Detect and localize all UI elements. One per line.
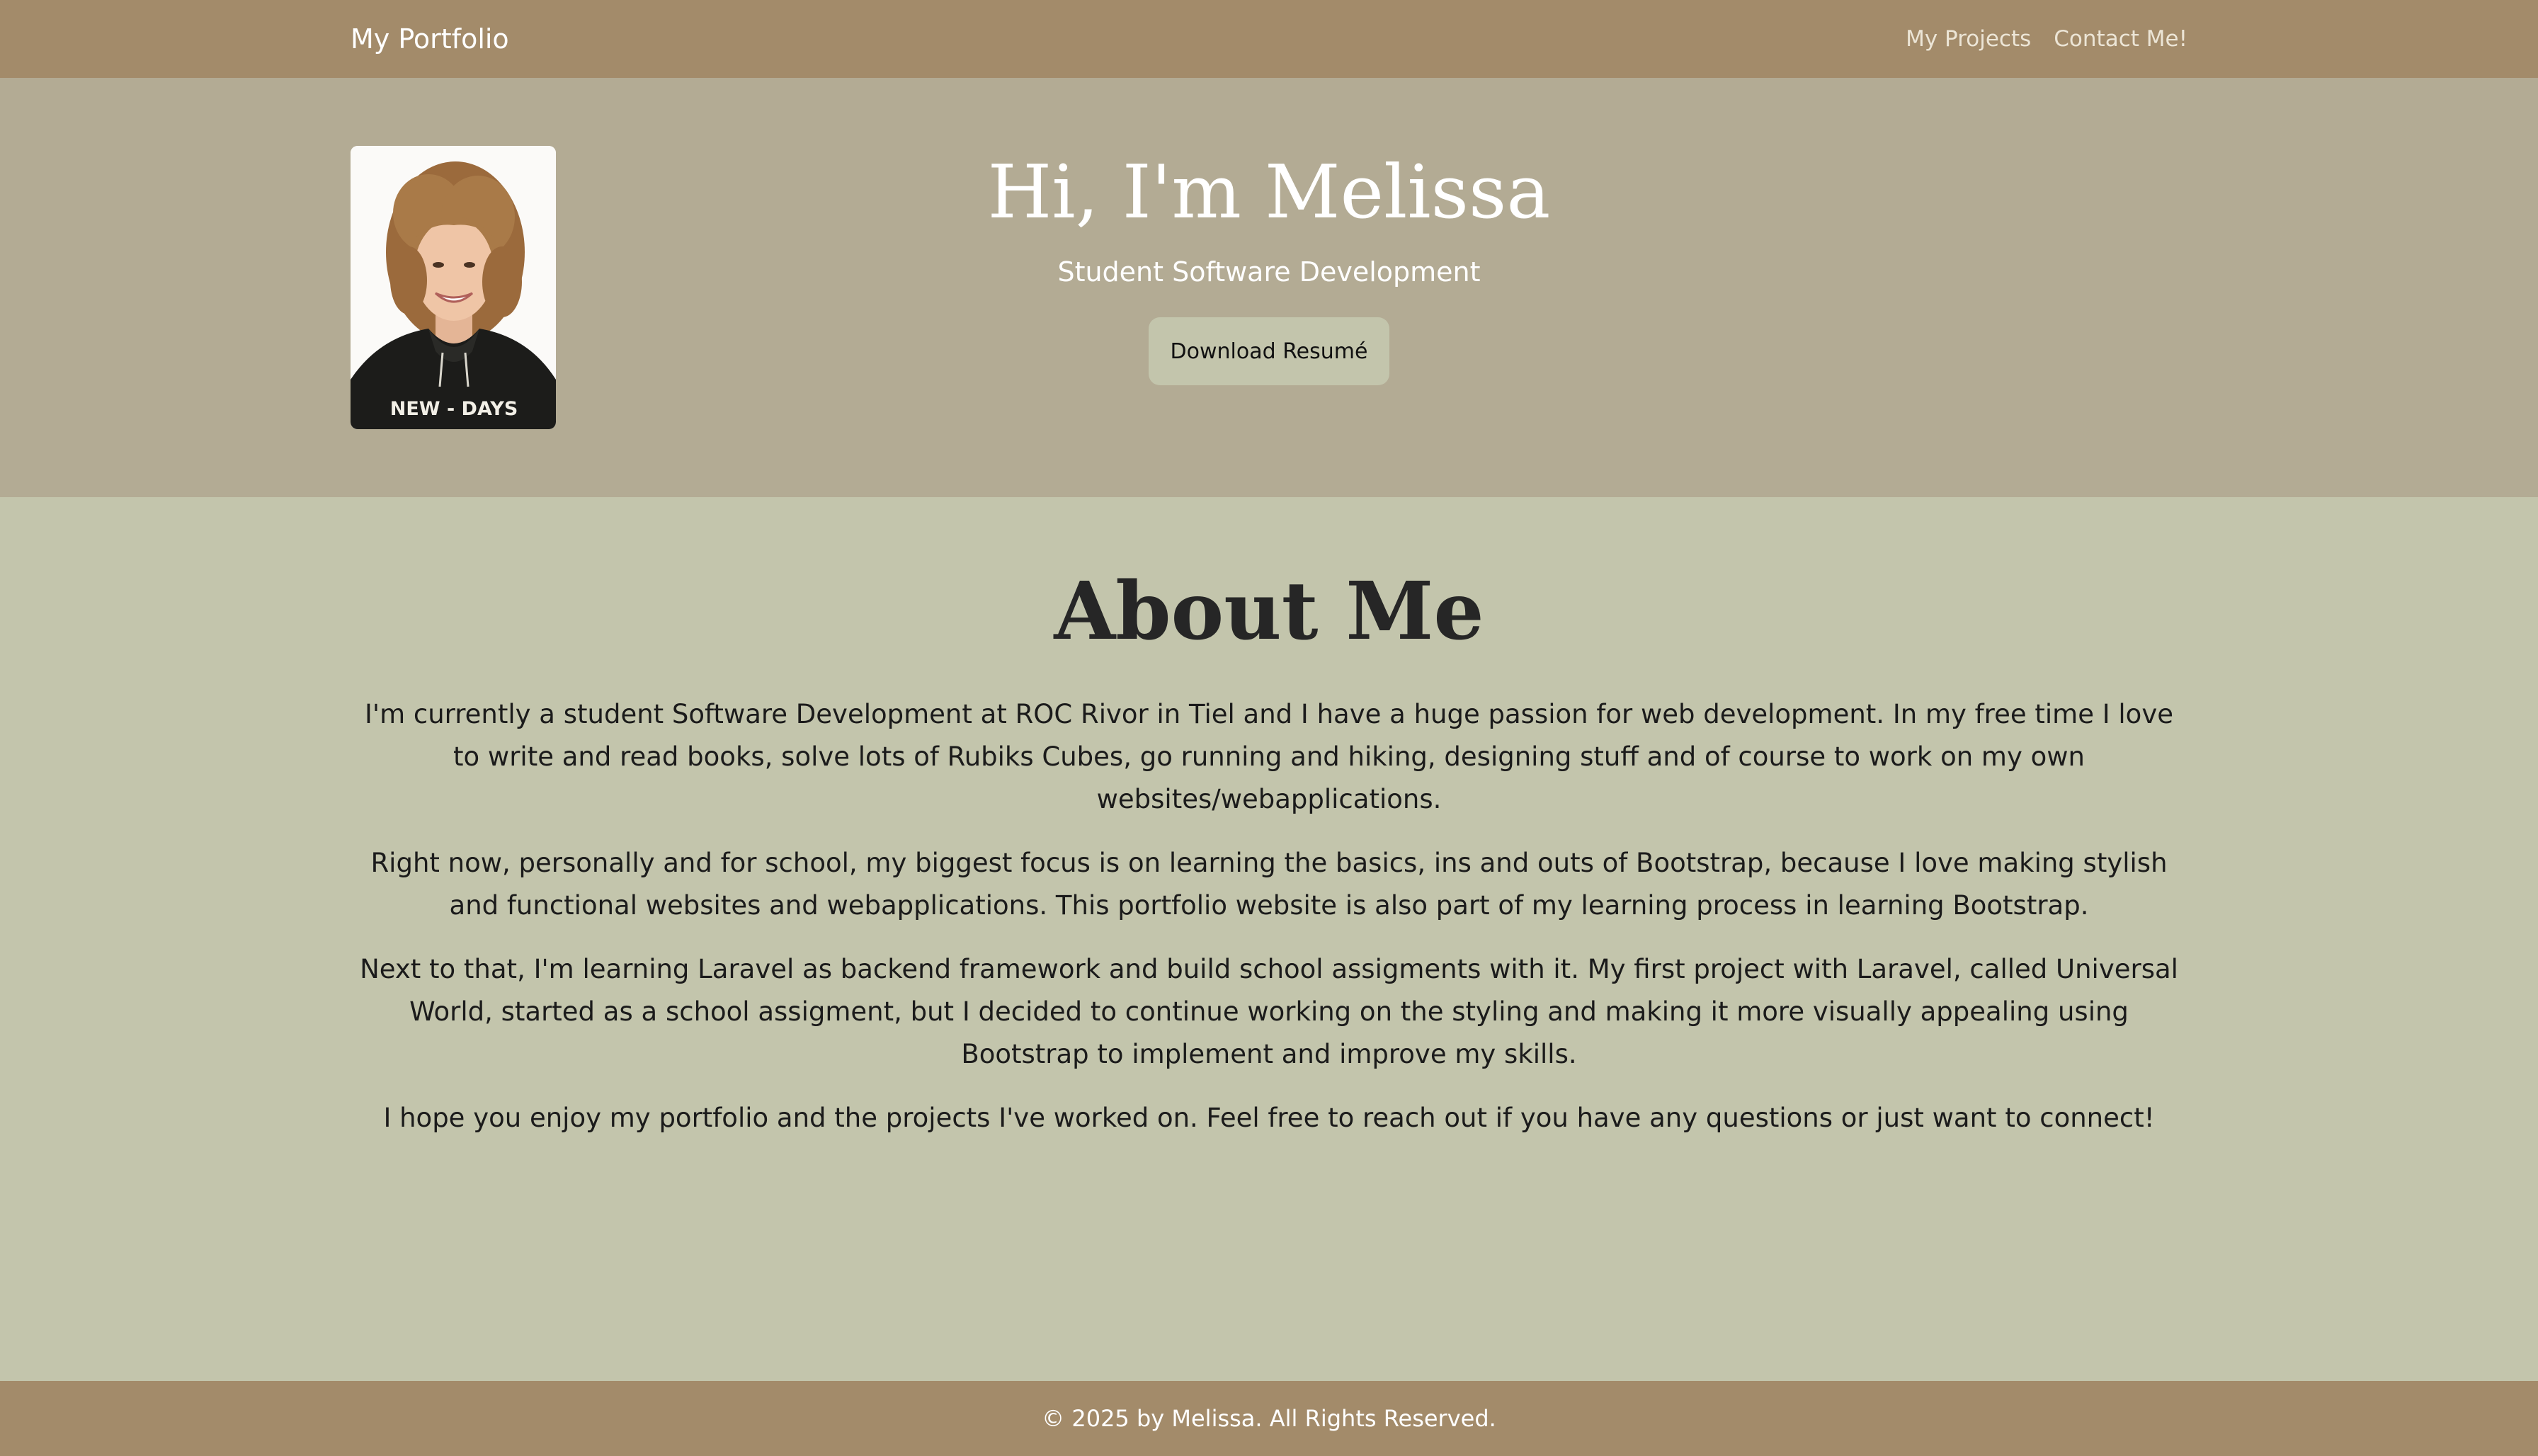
hero-container: NEW - DAYS Hi, I'm Melissa Student Softw… xyxy=(351,78,2187,497)
hero-subtitle: Student Software Development xyxy=(1057,256,1481,288)
footer-copyright: © 2025 by Melissa. All Rights Reserved. xyxy=(1042,1405,1496,1432)
hero-section: NEW - DAYS Hi, I'm Melissa Student Softw… xyxy=(0,78,2538,497)
hero-title: Hi, I'm Melissa xyxy=(987,149,1551,235)
about-section: About Me I'm currently a student Softwar… xyxy=(0,497,2538,1381)
about-paragraph: I'm currently a student Software Develop… xyxy=(365,699,2173,814)
about-body: I'm currently a student Software Develop… xyxy=(351,693,2187,1139)
footer: © 2025 by Melissa. All Rights Reserved. xyxy=(0,1381,2538,1456)
about-paragraph: I hope you enjoy my portfolio and the pr… xyxy=(383,1103,2155,1133)
about-paragraph: Next to that, I'm learning Laravel as ba… xyxy=(360,954,2178,1069)
shirt-text: NEW - DAYS xyxy=(390,398,518,420)
about-container: About Me I'm currently a student Softwar… xyxy=(351,497,2187,1139)
download-resume-button[interactable]: Download Resumé xyxy=(1149,317,1389,385)
about-title: About Me xyxy=(1054,565,1484,658)
about-paragraph: Right now, personally and for school, my… xyxy=(370,848,2168,921)
